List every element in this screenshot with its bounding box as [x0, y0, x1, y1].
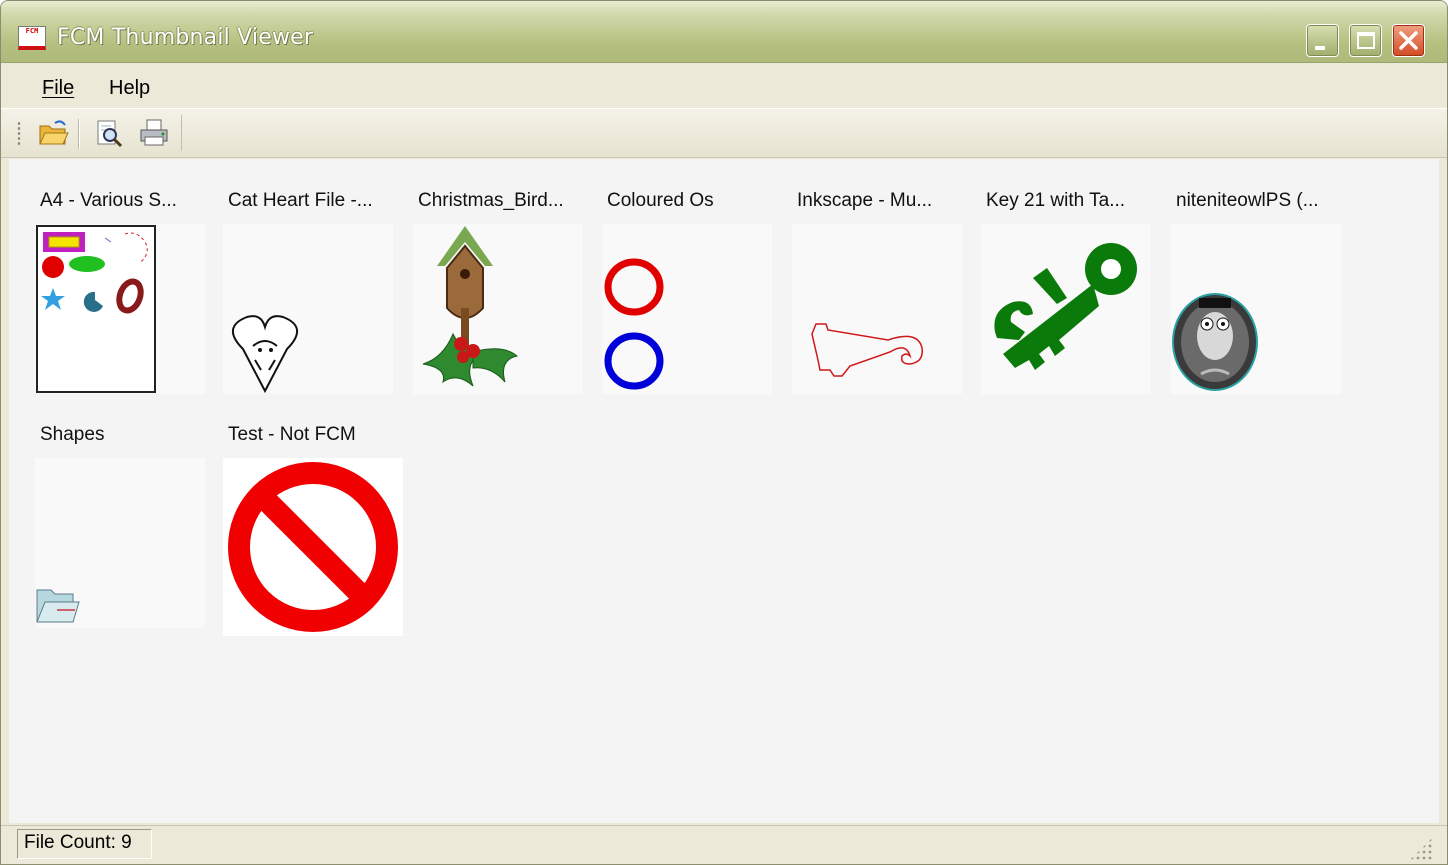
toolbar-end-separator: [181, 115, 183, 151]
thumbnail-image-frame: [413, 224, 583, 394]
print-preview-icon[interactable]: [93, 117, 125, 149]
menu-file[interactable]: File: [42, 77, 74, 100]
thumbnail-label: Shapes: [40, 424, 105, 445]
menu-help[interactable]: Help: [109, 77, 150, 100]
open-folder-icon[interactable]: [37, 117, 69, 149]
thumbnail-item[interactable]: niteniteowlPS (...: [1167, 186, 1343, 396]
thumbnail-item[interactable]: Inkscape - Mu...: [788, 186, 964, 396]
thumbnail-label: Key 21 with Ta...: [986, 190, 1126, 211]
thumbnail-image-frame: [792, 224, 962, 394]
inkscape-outline-icon: [811, 323, 923, 377]
shapes-sheet-icon: [36, 225, 156, 393]
menu-file-label: File: [42, 77, 75, 99]
status-bar: [1, 825, 1447, 864]
thumbnail-label: niteniteowlPS (...: [1176, 190, 1319, 211]
toolbar-grip[interactable]: [17, 121, 21, 147]
thumbnail-image-frame: [223, 458, 403, 636]
thumbnail-label: Cat Heart File -...: [228, 190, 373, 211]
thumbnail-item[interactable]: Cat Heart File -...: [219, 186, 395, 396]
thumbnail-image-frame: [981, 224, 1151, 394]
minimize-button[interactable]: [1306, 24, 1339, 57]
toolbar-separator: [78, 119, 80, 149]
prohibited-icon: [228, 462, 398, 632]
cat-heart-icon: [232, 315, 298, 394]
thumbnail-image-frame: [35, 458, 205, 628]
thumbnail-label: Christmas_Bird...: [418, 190, 564, 211]
thumbnail-image-frame: [602, 224, 772, 394]
thumbnail-item[interactable]: A4 - Various S...: [31, 186, 207, 396]
thumbnail-label: A4 - Various S...: [40, 190, 177, 211]
thumbnail-image-frame: [1171, 224, 1341, 394]
close-button[interactable]: [1392, 24, 1425, 57]
app-window: FCM FCM Thumbnail Viewer File Help A4 - …: [0, 0, 1448, 865]
close-icon: [1399, 31, 1418, 50]
thumbnail-item[interactable]: Test - Not FCM: [219, 420, 405, 640]
maximize-button[interactable]: [1349, 24, 1382, 57]
print-icon[interactable]: [138, 117, 170, 149]
thumbnail-item[interactable]: Shapes: [31, 420, 207, 632]
menu-bar: [1, 64, 1447, 107]
thumbnail-item[interactable]: Christmas_Bird...: [409, 186, 585, 396]
key-21-icon: [994, 243, 1137, 370]
thumbnail-item[interactable]: Coloured Os: [598, 186, 774, 396]
thumbnail-image-frame: [223, 224, 393, 394]
thumbnail-label: Test - Not FCM: [228, 424, 356, 445]
toolbar: [1, 108, 1447, 158]
coloured-circles-icon: [604, 258, 664, 390]
maximize-icon: [1357, 32, 1375, 49]
minimize-icon: [1315, 46, 1325, 50]
file-count-status: File Count: 9: [17, 829, 152, 859]
thumbnail-label: Coloured Os: [607, 190, 714, 211]
thumbnail-label: Inkscape - Mu...: [797, 190, 933, 211]
thumbnail-item[interactable]: Key 21 with Ta...: [977, 186, 1153, 396]
folder-icon: [36, 589, 80, 623]
app-icon-text: FCM: [25, 27, 39, 35]
menu-help-label: Help: [109, 77, 151, 99]
owl-badge-icon: [1172, 293, 1258, 391]
thumbnail-image-frame: [35, 224, 205, 394]
birdhouse-holly-icon: [422, 226, 519, 387]
window-title: FCM Thumbnail Viewer: [57, 25, 314, 50]
app-icon[interactable]: FCM: [18, 26, 46, 50]
